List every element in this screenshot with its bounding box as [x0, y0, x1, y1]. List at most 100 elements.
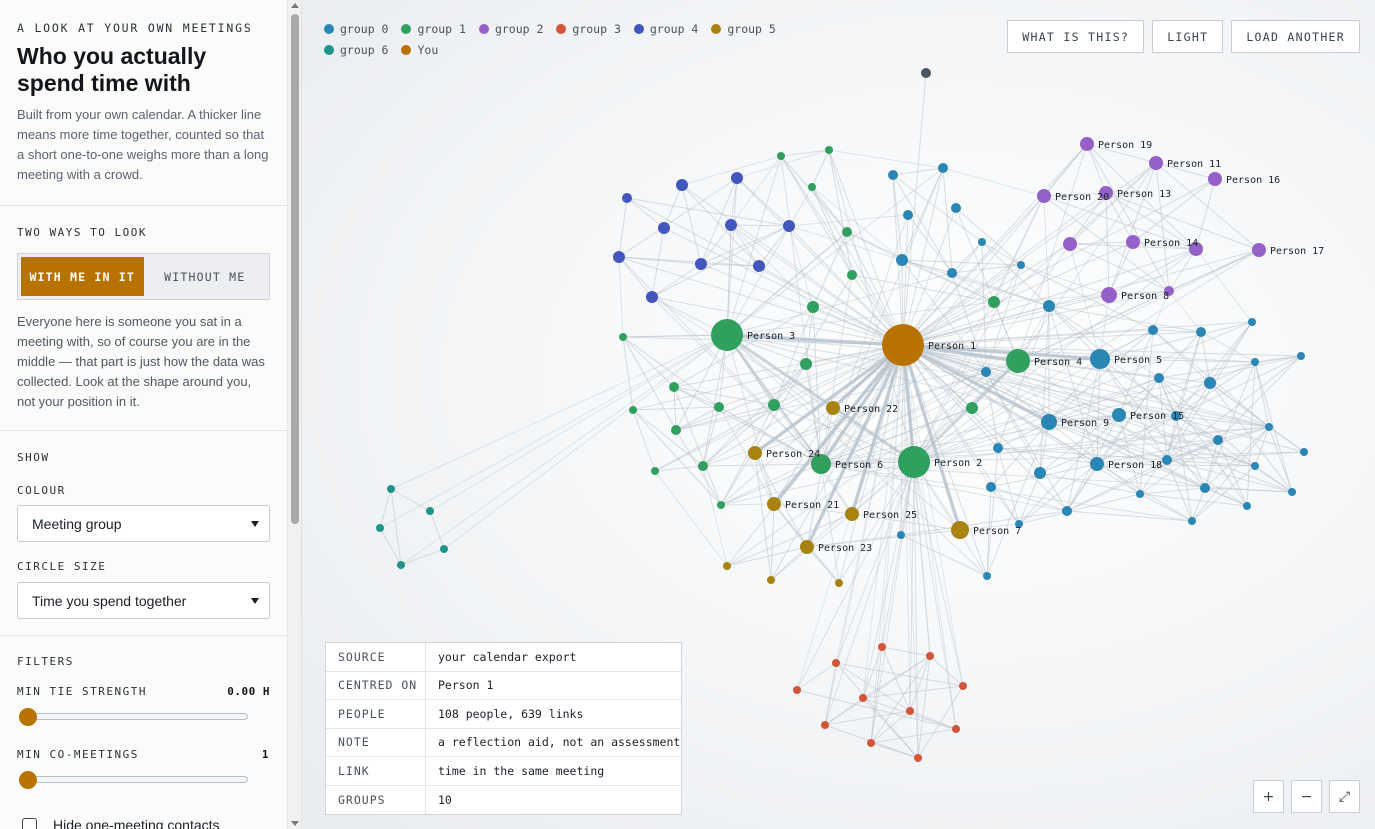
graph-node[interactable] — [903, 210, 913, 220]
graph-node[interactable] — [725, 219, 737, 231]
zoom-out-button[interactable]: − — [1291, 780, 1322, 813]
co-slider[interactable] — [17, 771, 270, 789]
graph-node[interactable] — [826, 401, 840, 415]
graph-node[interactable] — [783, 220, 795, 232]
graph-node[interactable] — [867, 739, 875, 747]
graph-node[interactable] — [951, 521, 969, 539]
graph-node[interactable] — [748, 446, 762, 460]
graph-node[interactable] — [1063, 237, 1077, 251]
graph-node[interactable] — [1136, 490, 1144, 498]
graph-node[interactable] — [1043, 300, 1055, 312]
graph-node[interactable] — [926, 652, 934, 660]
tie-slider-thumb[interactable] — [19, 708, 37, 726]
graph-node[interactable] — [753, 260, 765, 272]
colour-select[interactable]: Meeting group — [17, 505, 270, 542]
graph-node[interactable] — [793, 686, 801, 694]
graph-node[interactable] — [768, 399, 780, 411]
graph-node[interactable] — [906, 707, 914, 715]
graph-node[interactable] — [731, 172, 743, 184]
graph-node[interactable] — [1265, 423, 1273, 431]
graph-node[interactable] — [1034, 467, 1046, 479]
graph-node[interactable] — [1252, 243, 1266, 257]
zoom-in-button[interactable]: + — [1253, 780, 1284, 813]
graph-node[interactable] — [825, 146, 833, 154]
graph-node[interactable] — [847, 270, 857, 280]
without-me-button[interactable]: WITHOUT ME — [144, 257, 267, 296]
graph-node[interactable] — [1112, 408, 1126, 422]
graph-node[interactable] — [898, 446, 930, 478]
what-is-this-button[interactable]: WHAT IS THIS? — [1007, 20, 1145, 53]
graph-node[interactable] — [921, 68, 931, 78]
graph-node[interactable] — [951, 203, 961, 213]
graph-node[interactable] — [1062, 506, 1072, 516]
graph-node[interactable] — [1248, 318, 1256, 326]
tie-slider[interactable] — [17, 708, 270, 726]
graph-node[interactable] — [988, 296, 1000, 308]
graph-node[interactable] — [1213, 435, 1223, 445]
graph-node[interactable] — [859, 694, 867, 702]
graph-node[interactable] — [966, 402, 978, 414]
graph-node[interactable] — [1090, 349, 1110, 369]
graph-node[interactable] — [800, 358, 812, 370]
graph-node[interactable] — [1208, 172, 1222, 186]
graph-node[interactable] — [1251, 462, 1259, 470]
graph-node[interactable] — [914, 754, 922, 762]
load-another-button[interactable]: LOAD ANOTHER — [1231, 20, 1360, 53]
graph-node[interactable] — [1017, 261, 1025, 269]
with-me-button[interactable]: WITH ME IN IT — [21, 257, 144, 296]
graph-node[interactable] — [947, 268, 957, 278]
graph-node[interactable] — [993, 443, 1003, 453]
graph-node[interactable] — [1041, 414, 1057, 430]
graph-node[interactable] — [619, 333, 627, 341]
hide-one-meeting-row[interactable]: Hide one-meeting contacts — [17, 817, 270, 829]
graph-node[interactable] — [658, 222, 670, 234]
graph-node[interactable] — [986, 482, 996, 492]
graph-panel[interactable]: Person 1 Person 2 Person 3 Person 4 Person 5… — [303, 0, 1375, 829]
graph-node[interactable] — [983, 572, 991, 580]
graph-node[interactable] — [1090, 457, 1104, 471]
scroll-down-icon[interactable] — [291, 821, 299, 826]
scroll-thumb[interactable] — [291, 14, 299, 524]
graph-node[interactable] — [1204, 377, 1216, 389]
graph-node[interactable] — [1196, 327, 1206, 337]
graph-node[interactable] — [387, 485, 395, 493]
graph-node[interactable] — [723, 562, 731, 570]
graph-node[interactable] — [426, 507, 434, 515]
graph-node[interactable] — [767, 576, 775, 584]
graph-node[interactable] — [1162, 455, 1172, 465]
graph-node[interactable] — [629, 406, 637, 414]
graph-node[interactable] — [767, 497, 781, 511]
hide-one-meeting-checkbox[interactable] — [22, 817, 37, 829]
graph-node[interactable] — [646, 291, 658, 303]
sidebar-scrollbar[interactable] — [288, 0, 302, 829]
graph-node[interactable] — [376, 524, 384, 532]
graph-node[interactable] — [695, 258, 707, 270]
graph-node[interactable] — [882, 324, 924, 366]
graph-node[interactable] — [800, 540, 814, 554]
graph-node[interactable] — [714, 402, 724, 412]
graph-node[interactable] — [821, 721, 829, 729]
graph-node[interactable] — [777, 152, 785, 160]
graph-node[interactable] — [888, 170, 898, 180]
graph-node[interactable] — [1251, 358, 1259, 366]
graph-node[interactable] — [622, 193, 632, 203]
graph-node[interactable] — [1101, 287, 1117, 303]
graph-node[interactable] — [1080, 137, 1094, 151]
graph-node[interactable] — [1037, 189, 1051, 203]
graph-node[interactable] — [878, 643, 886, 651]
graph-node[interactable] — [808, 183, 816, 191]
graph-node[interactable] — [978, 238, 986, 246]
graph-node[interactable] — [1200, 483, 1210, 493]
graph-node[interactable] — [1300, 448, 1308, 456]
graph-node[interactable] — [1288, 488, 1296, 496]
graph-node[interactable] — [897, 531, 905, 539]
graph-node[interactable] — [1149, 156, 1163, 170]
graph-node[interactable] — [896, 254, 908, 266]
graph-node[interactable] — [981, 367, 991, 377]
graph-node[interactable] — [1006, 349, 1030, 373]
co-slider-thumb[interactable] — [19, 771, 37, 789]
graph-node[interactable] — [613, 251, 625, 263]
graph-node[interactable] — [952, 725, 960, 733]
graph-node[interactable] — [397, 561, 405, 569]
graph-node[interactable] — [832, 659, 840, 667]
